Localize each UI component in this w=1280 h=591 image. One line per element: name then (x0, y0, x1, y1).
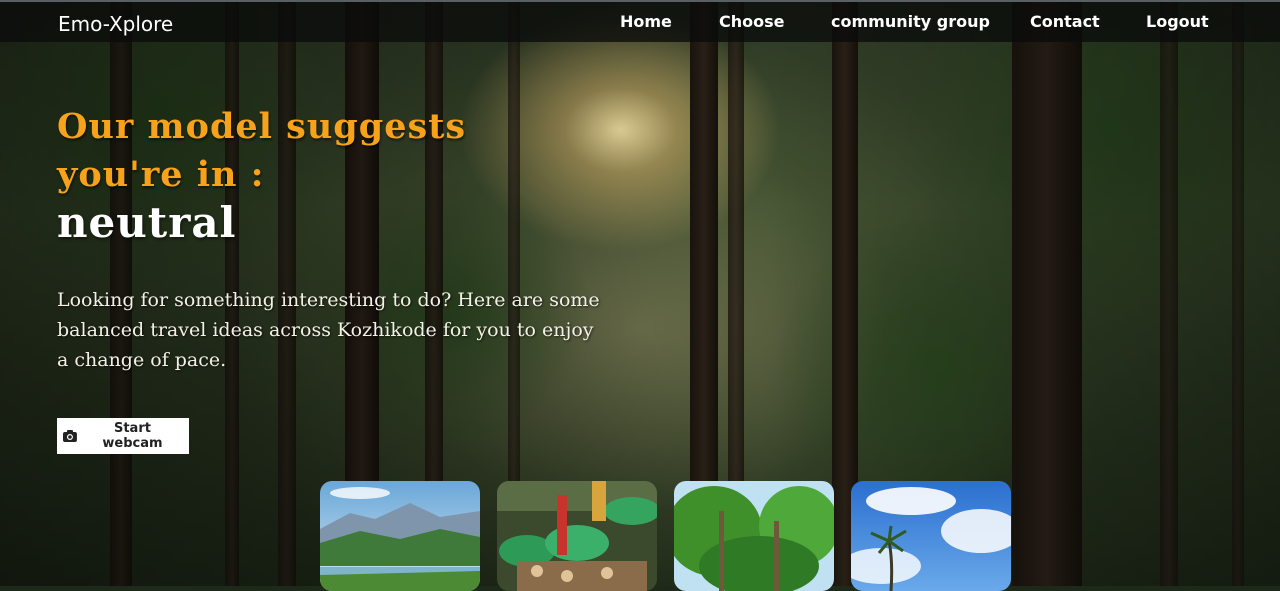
top-navbar: Emo-Xplore Home Choose community group C… (0, 0, 1280, 42)
coconut-palms-image (674, 481, 834, 591)
nav-contact-link[interactable]: Contact (1030, 12, 1100, 31)
destination-card-coconut-palms[interactable] (674, 481, 834, 591)
mountain-lake-image (320, 481, 480, 591)
headline-line-2: you're in : (57, 154, 265, 195)
nav-logout-link[interactable]: Logout (1146, 12, 1209, 31)
destination-card-palm-sky[interactable] (851, 481, 1011, 591)
destination-card-temple-festival[interactable] (497, 481, 657, 591)
start-webcam-label: Start webcam (102, 421, 163, 451)
mood-headline: Our model suggests you're in : (57, 103, 466, 199)
suggestion-description: Looking for something interesting to do?… (57, 289, 600, 371)
headline-line-1: Our model suggests (57, 106, 467, 147)
nav-choose-link[interactable]: Choose (719, 12, 785, 31)
destination-card-mountain-lake[interactable] (320, 481, 480, 591)
brand-logo[interactable]: Emo-Xplore (58, 12, 173, 36)
temple-festival-image (497, 481, 657, 591)
start-webcam-button[interactable]: Start webcam (57, 418, 189, 454)
nav-home-link[interactable]: Home (620, 12, 672, 31)
detected-emotion: neutral (57, 198, 237, 247)
camera-icon (63, 430, 77, 442)
palm-sky-image (851, 481, 1011, 591)
nav-community-group-link[interactable]: community group (831, 12, 990, 31)
